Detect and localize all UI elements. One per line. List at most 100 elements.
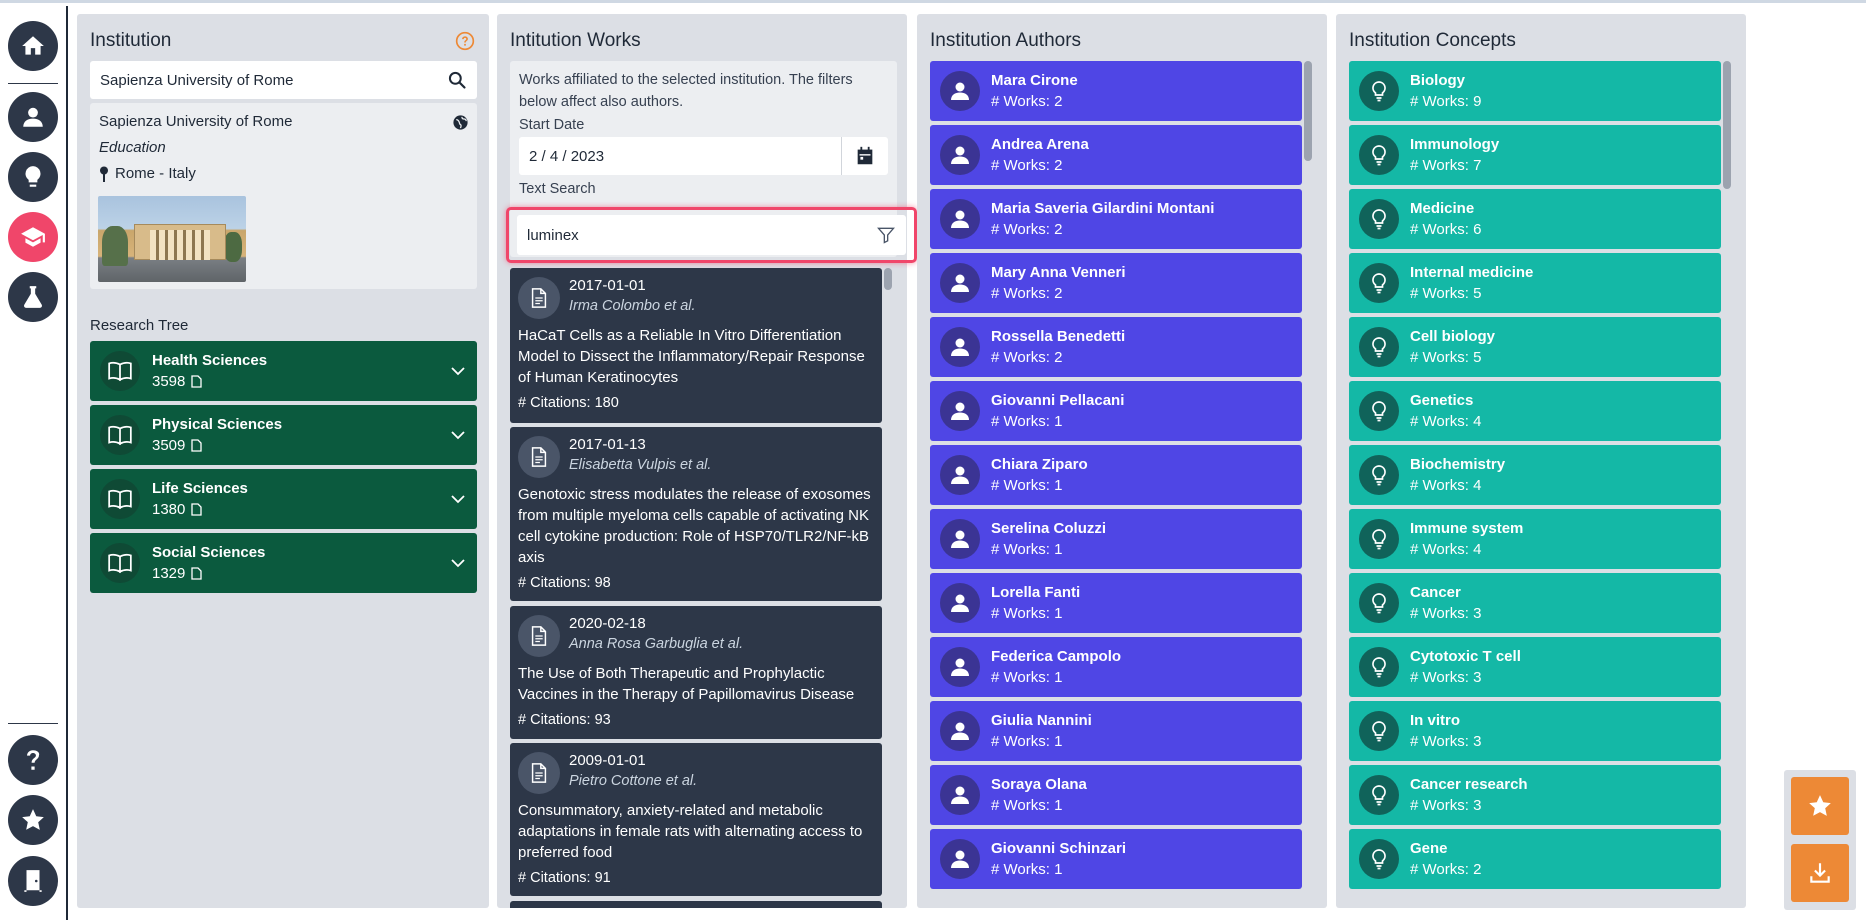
work-card[interactable] — [510, 901, 882, 908]
concept-name: Cytotoxic T cell — [1410, 648, 1521, 665]
sidebar-divider — [8, 83, 58, 84]
author-item[interactable]: Federica Campolo # Works: 1 — [930, 637, 1302, 697]
author-name: Chiara Ziparo — [991, 456, 1088, 473]
author-item[interactable]: Lorella Fanti # Works: 1 — [930, 573, 1302, 633]
nav-logout-button[interactable] — [8, 856, 58, 906]
nav-home-button[interactable] — [8, 21, 58, 71]
floating-actions — [1784, 770, 1856, 910]
research-tree-item[interactable]: Life Sciences 1380 — [90, 469, 477, 529]
author-item[interactable]: Andrea Arena # Works: 2 — [930, 125, 1302, 185]
user-icon — [951, 402, 969, 420]
nav-institutions-button[interactable] — [8, 212, 58, 262]
author-item[interactable]: Serelina Coluzzi # Works: 1 — [930, 509, 1302, 569]
user-icon — [951, 722, 969, 740]
nav-favorites-button[interactable] — [8, 795, 58, 845]
works-panel: Intitution Works Works affiliated to the… — [497, 14, 917, 908]
concept-works-count: # Works: 7 — [1410, 157, 1482, 174]
concept-item[interactable]: Biochemistry # Works: 4 — [1349, 445, 1721, 505]
author-item[interactable]: Chiara Ziparo # Works: 1 — [930, 445, 1302, 505]
open-book-icon — [108, 425, 132, 446]
work-card[interactable]: 2017-01-13 Elisabetta Vulpis et al. Geno… — [510, 427, 882, 601]
author-item[interactable]: Maria Saveria Gilardini Montani # Works: … — [930, 189, 1302, 249]
concept-item[interactable]: Medicine # Works: 6 — [1349, 189, 1721, 249]
flask-icon — [24, 286, 42, 308]
institution-search-box[interactable] — [90, 61, 477, 99]
concept-item[interactable]: Cell biology # Works: 5 — [1349, 317, 1721, 377]
author-item[interactable]: Giovanni Pellacani # Works: 1 — [930, 381, 1302, 441]
user-icon — [951, 850, 969, 868]
institution-search-input[interactable] — [100, 71, 447, 89]
concept-item[interactable]: Immunology # Works: 7 — [1349, 125, 1721, 185]
work-authors: Anna Rosa Garbuglia et al. — [569, 636, 744, 652]
text-search-box[interactable] — [517, 215, 906, 255]
research-tree-item[interactable]: Health Sciences 3598 — [90, 341, 477, 401]
concept-item[interactable]: Biology # Works: 9 — [1349, 61, 1721, 121]
concept-item[interactable]: Internal medicine # Works: 5 — [1349, 253, 1721, 313]
chevron-down-icon[interactable] — [449, 426, 467, 444]
concept-works-count: # Works: 3 — [1410, 605, 1482, 622]
filter-icon[interactable] — [876, 225, 896, 245]
favorite-button[interactable] — [1791, 777, 1849, 835]
work-card[interactable]: 2020-02-18 Anna Rosa Garbuglia et al. Th… — [510, 606, 882, 739]
institution-panel: Institution Sapienza University of Rome … — [77, 14, 489, 908]
concept-name: Internal medicine — [1410, 264, 1534, 281]
author-item[interactable]: Giovanni Schinzari # Works: 1 — [930, 829, 1302, 889]
works-list: 2017-01-01 Irma Colombo et al. HaCaT Cel… — [510, 268, 882, 908]
search-icon[interactable] — [447, 70, 467, 90]
work-authors: Elisabetta Vulpis et al. — [569, 457, 712, 473]
chevron-down-icon[interactable] — [449, 554, 467, 572]
research-tree-item[interactable]: Social Sciences 1329 — [90, 533, 477, 593]
work-date: 2017-01-01 — [569, 277, 646, 294]
concept-item[interactable]: Cancer # Works: 3 — [1349, 573, 1721, 633]
work-authors: Irma Colombo et al. — [569, 298, 696, 314]
document-icon — [531, 763, 547, 783]
research-tree-item[interactable]: Physical Sciences 3509 — [90, 405, 477, 465]
sidebar — [0, 6, 68, 920]
help-circle-icon[interactable] — [455, 31, 475, 51]
globe-icon[interactable] — [452, 114, 469, 131]
chevron-down-icon[interactable] — [449, 490, 467, 508]
concept-item[interactable]: In vitro # Works: 3 — [1349, 701, 1721, 761]
download-button[interactable] — [1791, 844, 1849, 902]
work-card[interactable]: 2009-01-01 Pietro Cottone et al. Consumm… — [510, 743, 882, 896]
author-name: Soraya Olana — [991, 776, 1087, 793]
author-item[interactable]: Soraya Olana # Works: 1 — [930, 765, 1302, 825]
nav-help-button[interactable] — [8, 735, 58, 785]
concept-item[interactable]: Cytotoxic T cell # Works: 3 — [1349, 637, 1721, 697]
concept-item[interactable]: Cancer research # Works: 3 — [1349, 765, 1721, 825]
calendar-button[interactable] — [841, 137, 888, 175]
author-item[interactable]: Mara Cirone # Works: 2 — [930, 61, 1302, 121]
lightbulb-icon — [1372, 401, 1386, 422]
work-card[interactable]: 2017-01-01 Irma Colombo et al. HaCaT Cel… — [510, 268, 882, 423]
text-search-label: Text Search — [519, 181, 596, 197]
author-item[interactable]: Mary Anna Venneri # Works: 2 — [930, 253, 1302, 313]
author-works-count: # Works: 2 — [991, 93, 1063, 110]
text-search-input[interactable] — [527, 226, 876, 244]
concept-works-count: # Works: 5 — [1410, 349, 1482, 366]
user-icon — [951, 466, 969, 484]
start-date-field[interactable]: 2 / 4 / 2023 — [519, 137, 888, 175]
start-date-label: Start Date — [519, 117, 585, 133]
author-item[interactable]: Giulia Nannini # Works: 1 — [930, 701, 1302, 761]
concept-works-count: # Works: 4 — [1410, 541, 1482, 558]
concept-item[interactable]: Genetics # Works: 4 — [1349, 381, 1721, 441]
chevron-down-icon[interactable] — [449, 362, 467, 380]
works-scrollbar[interactable] — [884, 268, 892, 290]
authors-scrollbar[interactable] — [1304, 61, 1312, 161]
lightbulb-icon — [1372, 785, 1386, 806]
nav-concepts-button[interactable] — [8, 152, 58, 202]
author-works-count: # Works: 1 — [991, 413, 1063, 430]
author-item[interactable]: Rossella Benedetti # Works: 2 — [930, 317, 1302, 377]
star-icon — [1809, 795, 1831, 816]
concepts-panel: Institution Concepts Biology # Works: 9 Im… — [1336, 14, 1746, 908]
concept-item[interactable]: Gene # Works: 2 — [1349, 829, 1721, 889]
nav-works-button[interactable] — [8, 272, 58, 322]
lightbulb-icon — [1372, 721, 1386, 742]
concept-item[interactable]: Immune system # Works: 4 — [1349, 509, 1721, 569]
concept-works-count: # Works: 4 — [1410, 477, 1482, 494]
work-citations: # Citations: 98 — [518, 575, 611, 591]
start-date-input[interactable]: 2 / 4 / 2023 — [519, 137, 841, 175]
nav-authors-button[interactable] — [8, 92, 58, 142]
concept-works-count: # Works: 3 — [1410, 733, 1482, 750]
concepts-scrollbar[interactable] — [1723, 61, 1731, 189]
